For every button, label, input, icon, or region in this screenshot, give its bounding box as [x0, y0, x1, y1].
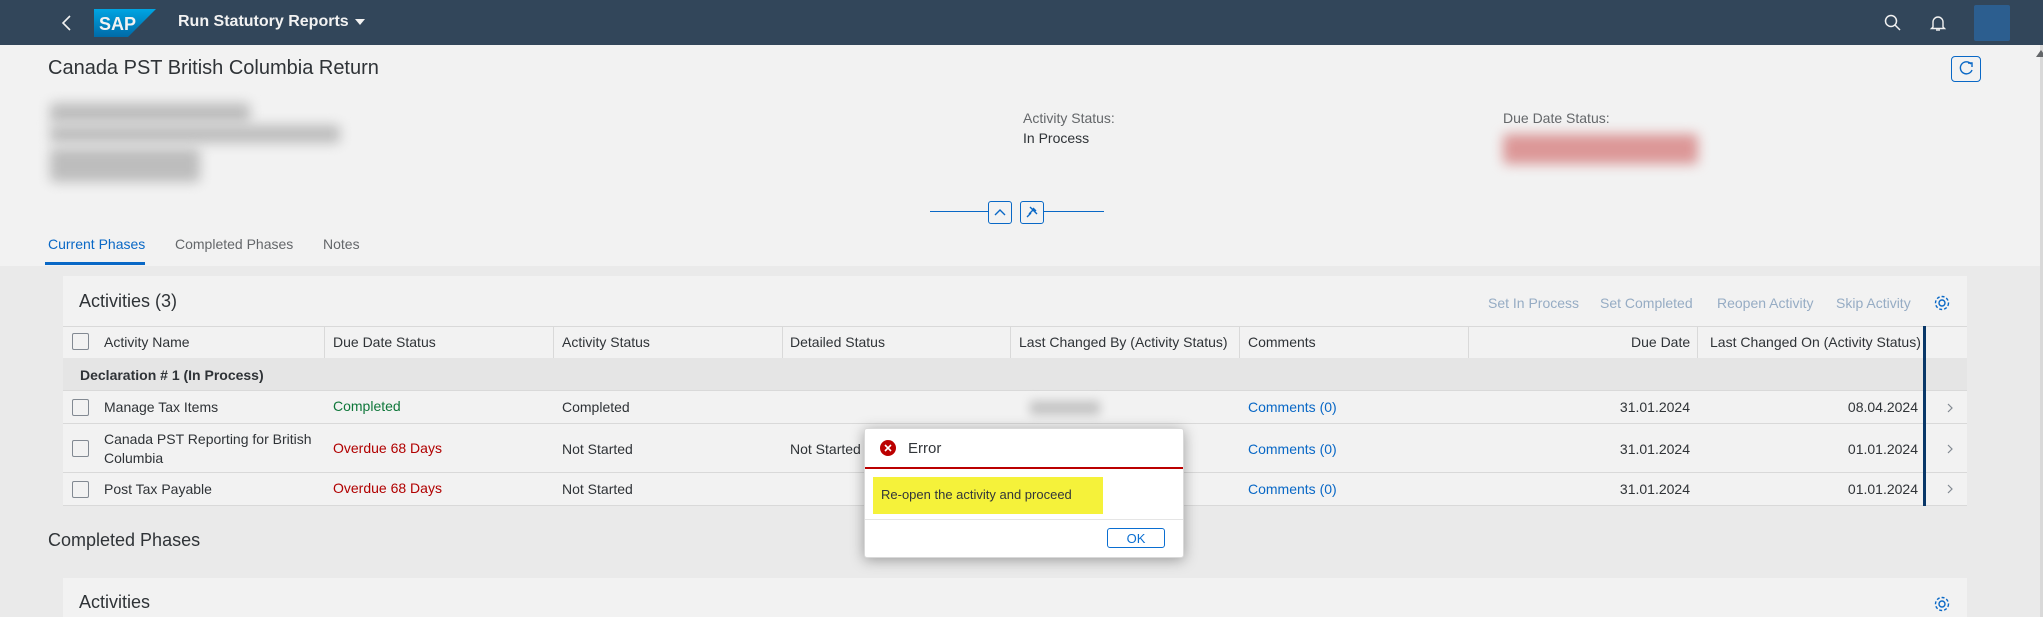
dialog-footer-divider: [865, 519, 1183, 520]
error-dialog: Error Re-open the activity and proceed O…: [864, 428, 1184, 558]
error-icon: [880, 440, 896, 456]
dialog-title: Error: [908, 440, 942, 457]
ok-button[interactable]: OK: [1107, 528, 1165, 548]
dialog-message: Re-open the activity and proceed: [881, 487, 1072, 502]
dialog-header: Error: [865, 429, 1183, 469]
